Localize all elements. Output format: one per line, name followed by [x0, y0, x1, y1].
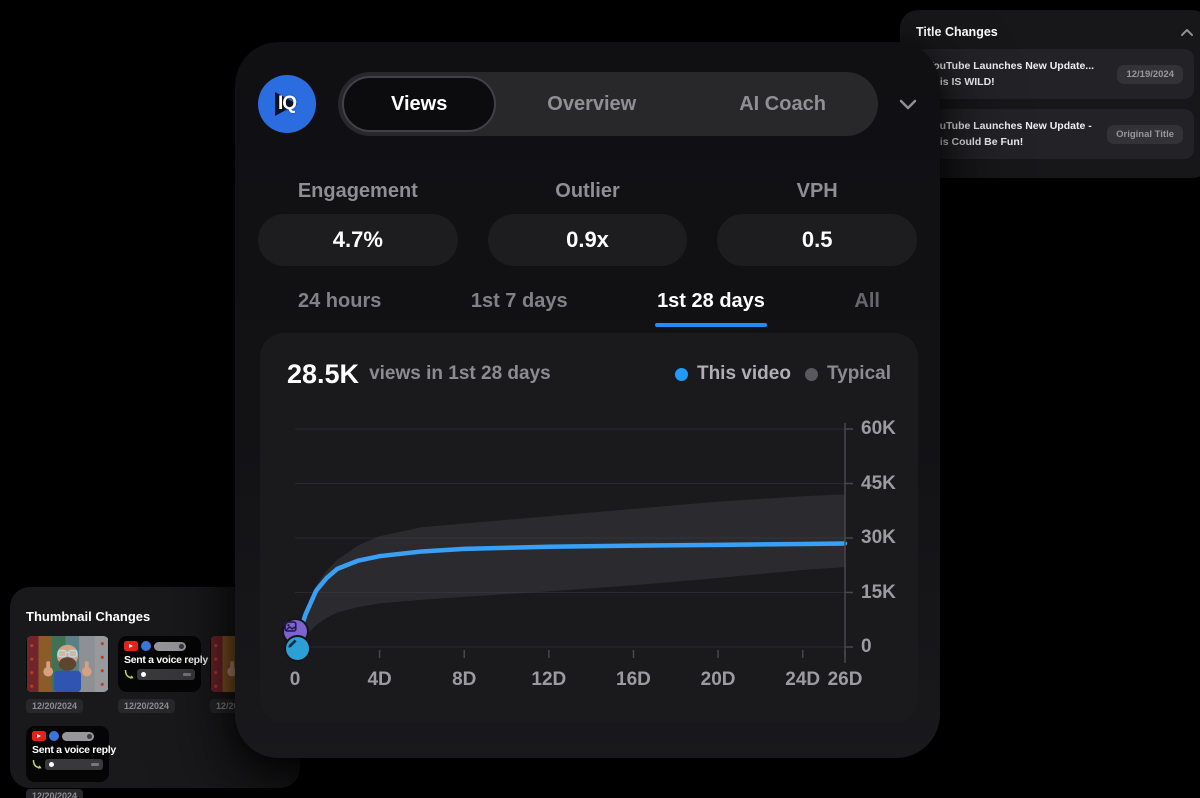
y-axis-label: 30K — [861, 527, 913, 549]
date-badge: 12/20/2024 — [26, 789, 83, 798]
legend-item-typical: Typical — [805, 363, 891, 385]
stat-vph: VPH 0.5 — [717, 180, 917, 266]
views-count: 28.5K — [287, 359, 359, 390]
thumbnail-photo[interactable] — [26, 636, 109, 692]
x-axis-label: 4D — [367, 669, 391, 691]
username-pill — [62, 732, 94, 741]
range-tab-1st-7-days[interactable]: 1st 7 days — [471, 290, 568, 327]
views-chart-svg — [295, 425, 905, 675]
tab-ai-coach[interactable]: AI Coach — [687, 93, 878, 116]
stat-value-pill: 4.7% — [258, 214, 458, 266]
chevron-down-icon[interactable] — [898, 98, 918, 110]
analytics-panel: IQ Views Overview AI Coach Engagement 4.… — [235, 42, 940, 758]
range-tab-24-hours[interactable]: 24 hours — [298, 290, 381, 327]
voice-reply-text: Sent a voice reply — [124, 654, 195, 666]
thumbnail-photo-image — [26, 636, 109, 692]
x-axis-label: 8D — [452, 669, 476, 691]
voice-reply-text: Sent a voice reply — [32, 744, 103, 756]
title-change-row[interactable]: YouTube Launches New Update... This IS W… — [916, 49, 1194, 99]
play-dot-icon — [141, 672, 146, 677]
y-axis-label: 45K — [861, 473, 913, 495]
tab-views[interactable]: Views — [342, 76, 496, 132]
avatar-icon — [49, 731, 59, 741]
y-axis-label: 60K — [861, 418, 913, 440]
range-tabs: 24 hours 1st 7 days 1st 28 days All — [235, 290, 940, 327]
youtube-icon — [32, 731, 46, 741]
title-change-text: YouTube Launches New Update... This IS W… — [927, 58, 1105, 91]
avatar-icon — [141, 641, 151, 651]
title-changes-title: Title Changes — [916, 25, 998, 39]
stat-engagement: Engagement 4.7% — [258, 180, 458, 266]
chart-legend: This video Typical — [675, 363, 891, 385]
stat-label: VPH — [717, 180, 917, 203]
date-badge: 12/20/2024 — [118, 699, 175, 713]
legend-label: Typical — [827, 363, 891, 385]
vidiq-logo[interactable]: IQ — [258, 75, 316, 133]
title-changes-panel: Title Changes YouTube Launches New Updat… — [900, 10, 1200, 178]
stats-row: Engagement 4.7% Outlier 0.9x VPH 0.5 — [258, 180, 917, 266]
blue-dot-icon — [675, 368, 688, 381]
title-change-text: YouTube Launches New Update - This Could… — [927, 118, 1105, 151]
views-caption: views in 1st 28 days — [369, 363, 551, 385]
voice-reply-card[interactable]: Sent a voice reply — [118, 636, 201, 692]
green-arrow-icon — [32, 759, 43, 770]
title-change-row[interactable]: YouTube Launches New Update - This Could… — [916, 109, 1194, 159]
logo-text: IQ — [258, 75, 316, 133]
green-arrow-icon — [124, 669, 135, 680]
stat-value-pill: 0.9x — [488, 214, 688, 266]
stat-outlier: Outlier 0.9x — [488, 180, 688, 266]
gray-dot-icon — [805, 368, 818, 381]
play-dot-icon — [49, 762, 54, 767]
stat-value-pill: 0.5 — [717, 214, 917, 266]
x-axis-label: 0 — [290, 669, 301, 691]
legend-label: This video — [697, 363, 791, 385]
title-change-date-badge: 12/19/2024 — [1117, 65, 1183, 84]
x-axis-label: 26D — [828, 669, 863, 691]
tab-overview[interactable]: Overview — [496, 93, 687, 116]
x-axis-label: 16D — [616, 669, 651, 691]
legend-item-this-video: This video — [675, 363, 791, 385]
image-icon — [284, 620, 297, 633]
date-badge: 12/20/2024 — [26, 699, 83, 713]
youtube-icon — [124, 641, 138, 651]
range-tab-1st-28-days[interactable]: 1st 28 days — [657, 290, 765, 327]
page-background: Thumbnail Changes — [0, 0, 1200, 798]
original-title-badge: Original Title — [1107, 125, 1183, 144]
plot-area: 60K45K30K15K004D8D12D16D20D24D26D — [295, 425, 905, 715]
voice-waveform-bar — [45, 759, 103, 770]
duration-mark — [183, 673, 191, 676]
x-axis-label: 24D — [785, 669, 820, 691]
y-axis-label: 0 — [861, 636, 913, 658]
voice-waveform-bar — [137, 669, 195, 680]
x-axis-label: 20D — [701, 669, 736, 691]
stat-label: Outlier — [488, 180, 688, 203]
title-change-marker[interactable] — [284, 635, 311, 662]
metric-tabs: Views Overview AI Coach — [338, 72, 878, 136]
y-axis-label: 15K — [861, 582, 913, 604]
voice-reply-card[interactable]: Sent a voice reply — [26, 726, 109, 782]
username-pill — [154, 642, 186, 651]
x-axis-label: 12D — [531, 669, 566, 691]
duration-mark — [91, 763, 99, 766]
range-tab-all[interactable]: All — [854, 290, 880, 327]
stat-label: Engagement — [258, 180, 458, 203]
chevron-up-icon[interactable] — [1180, 28, 1194, 37]
chart-card: 28.5K views in 1st 28 days This video Ty… — [260, 333, 918, 723]
pencil-icon — [286, 637, 299, 650]
